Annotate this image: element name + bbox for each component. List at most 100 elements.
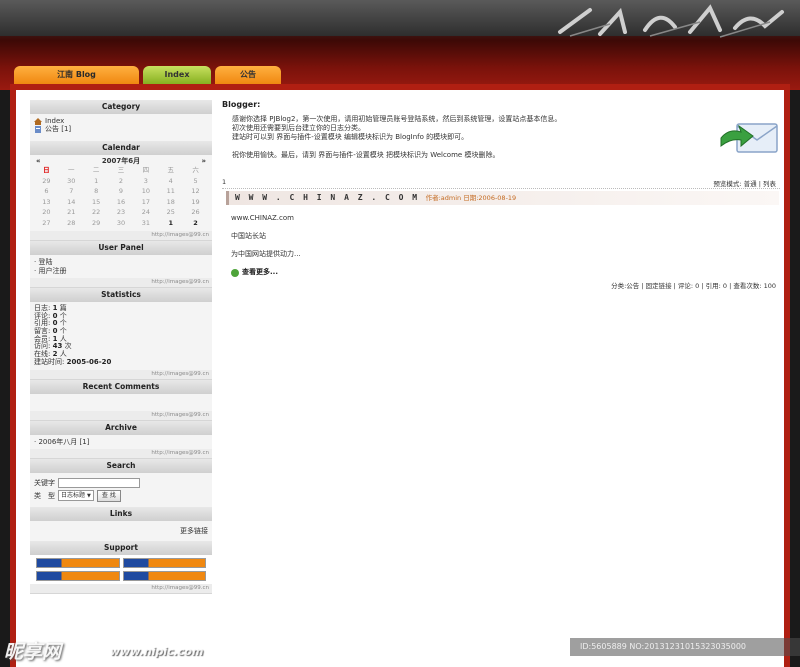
section-footer: http://images@99.cn: [30, 231, 212, 242]
keyword-label: 关键字: [34, 478, 55, 487]
calendar-day[interactable]: 5: [183, 176, 208, 187]
calendar-day[interactable]: 3: [133, 176, 158, 187]
calendar-day[interactable]: 8: [84, 186, 109, 197]
calendar-day[interactable]: 14: [59, 197, 84, 208]
view-mode-switch[interactable]: 预览模式: 普通 | 列表: [713, 178, 776, 188]
login-label[interactable]: 登陆: [38, 258, 52, 266]
calendar-day[interactable]: 4: [158, 176, 183, 187]
welcome-title: Blogger:: [222, 100, 261, 109]
calendar-day[interactable]: 1: [158, 218, 183, 229]
calendar-day[interactable]: 1: [84, 176, 109, 187]
calendar-day[interactable]: 30: [109, 218, 134, 229]
statistics-section: Statistics 日志: 1 篇 评论: 0 个 引用: 0 个 留言: 0…: [30, 287, 212, 380]
calendar-day[interactable]: 30: [59, 176, 84, 187]
calendar-day[interactable]: 13: [34, 197, 59, 208]
calendar-day[interactable]: 2: [109, 176, 134, 187]
calendar-day[interactable]: 28: [59, 218, 84, 229]
links-section: Links 更多链接: [30, 506, 212, 541]
calendar-day[interactable]: 29: [34, 176, 59, 187]
calendar-day[interactable]: 19: [183, 197, 208, 208]
more-links-link[interactable]: 更多链接: [180, 527, 208, 535]
login-link[interactable]: · 登陆: [34, 258, 208, 266]
nav-tabs: 江南 Blog Index 公告: [0, 66, 800, 86]
calendar-day[interactable]: 31: [133, 218, 158, 229]
calendar-day[interactable]: 9: [109, 186, 134, 197]
register-label[interactable]: 用户注册: [38, 267, 66, 275]
stat-label: 建站时间:: [34, 357, 65, 366]
post-line: 中国站长站: [231, 232, 266, 240]
calendar-day[interactable]: 24: [133, 207, 158, 218]
graffiti-logo: [558, 4, 784, 38]
calendar-section: Calendar « 2007年6月 » 日一二三四五六 29 30 1 2 3 4 5 6 7 8…: [30, 141, 212, 242]
register-link[interactable]: · 用户注册: [34, 267, 208, 275]
calendar-day[interactable]: 11: [158, 186, 183, 197]
category-section: Category Index 公告 [1]: [30, 100, 212, 141]
calendar-weekday: 一: [68, 166, 75, 175]
main-content: Blogger: 感谢你选择 PJBlog2，第一次使用，请用初始管理员账号登陆…: [222, 100, 780, 660]
calendar-day[interactable]: 15: [84, 197, 109, 208]
section-footer: http://images@99.cn: [30, 448, 212, 459]
type-select[interactable]: 日志标题 ▼: [58, 490, 94, 502]
post-header: W W W . C H I N A Z . C O M 作者:admin 日期:…: [226, 191, 779, 205]
category-item-announcement[interactable]: 公告 [1]: [34, 125, 208, 133]
welcome-message: 感谢你选择 PJBlog2，第一次使用，请用初始管理员账号登陆系统，然后到系统管…: [222, 109, 710, 160]
calendar-day[interactable]: 29: [84, 218, 109, 229]
calendar-day[interactable]: 2: [183, 218, 208, 229]
mail-icon: [720, 123, 778, 153]
section-title: Statistics: [30, 287, 212, 302]
archive-item[interactable]: · 2006年八月 [1]: [34, 438, 208, 446]
tab-jiangnan-blog[interactable]: 江南 Blog: [14, 66, 139, 84]
section-title: Category: [30, 100, 212, 114]
calendar-day[interactable]: 21: [59, 207, 84, 218]
calendar-day[interactable]: 26: [183, 207, 208, 218]
calendar-day[interactable]: 16: [109, 197, 134, 208]
support-badges: [30, 555, 212, 584]
post-footer: 分类:公告 | 固定链接 | 评论: 0 | 引用: 0 | 查看次数: 100: [611, 282, 776, 290]
support-badge[interactable]: [36, 570, 120, 581]
category-label[interactable]: 公告 [1]: [45, 125, 71, 133]
section-footer: http://images@99.cn: [30, 410, 212, 421]
calendar-day[interactable]: 10: [133, 186, 158, 197]
page-number[interactable]: 1: [222, 178, 226, 186]
calendar-weekday: 日: [43, 166, 50, 175]
support-badge[interactable]: [36, 557, 120, 568]
search-button[interactable]: 查 找: [96, 489, 121, 502]
stat-value: 2005-06-20: [66, 357, 112, 366]
section-title: Support: [30, 540, 212, 555]
doc-icon: [35, 125, 41, 133]
calendar-day[interactable]: 20: [34, 207, 59, 218]
calendar-day[interactable]: 17: [133, 197, 158, 208]
read-more-link[interactable]: 查看更多...: [231, 268, 301, 277]
welcome-line: 感谢你选择 PJBlog2，第一次使用，请用初始管理员账号登陆系统，然后到系统管…: [232, 115, 562, 123]
tab-announcement[interactable]: 公告: [215, 66, 281, 84]
calendar-weekday: 二: [92, 166, 100, 175]
type-select-value: 日志标题: [61, 491, 86, 499]
calendar-day[interactable]: 12: [183, 186, 208, 197]
recent-comments-section: Recent Comments http://images@99.cn: [30, 379, 212, 421]
section-title: Recent Comments: [30, 379, 212, 394]
section-title: Calendar: [30, 141, 212, 155]
post-title[interactable]: W W W . C H I N A Z . C O M: [229, 193, 419, 202]
support-badge[interactable]: [122, 557, 206, 568]
welcome-line: 建站时可以到 界面与插件-设置模块 编辑模块标识为 BlogInfo 的模块即可…: [232, 133, 469, 141]
calendar-next-button[interactable]: »: [201, 157, 206, 165]
watermark-logo: 昵享网: [4, 641, 62, 663]
welcome-line: 初次使用还需要到后台建立你的日志分类。: [232, 124, 365, 132]
section-footer: http://images@99.cn: [30, 369, 212, 380]
calendar-month: 2007年6月: [101, 157, 141, 165]
read-more-label[interactable]: 查看更多...: [242, 268, 278, 277]
calendar-day[interactable]: 27: [34, 218, 59, 229]
archive-label[interactable]: 2006年八月 [1]: [38, 438, 89, 446]
support-badge[interactable]: [122, 570, 206, 581]
calendar-day[interactable]: 22: [84, 207, 109, 218]
calendar-day[interactable]: 18: [158, 197, 183, 208]
calendar-day[interactable]: 23: [109, 207, 134, 218]
archive-section: Archive · 2006年八月 [1] http://images@99.c…: [30, 420, 212, 459]
keyword-input[interactable]: [58, 477, 140, 488]
type-label: 类 型: [34, 491, 55, 500]
calendar-day[interactable]: 6: [34, 186, 59, 197]
calendar-day[interactable]: 25: [158, 207, 183, 218]
tab-index[interactable]: Index: [143, 66, 211, 84]
calendar-prev-button[interactable]: «: [36, 157, 41, 165]
calendar-day[interactable]: 7: [59, 186, 84, 197]
